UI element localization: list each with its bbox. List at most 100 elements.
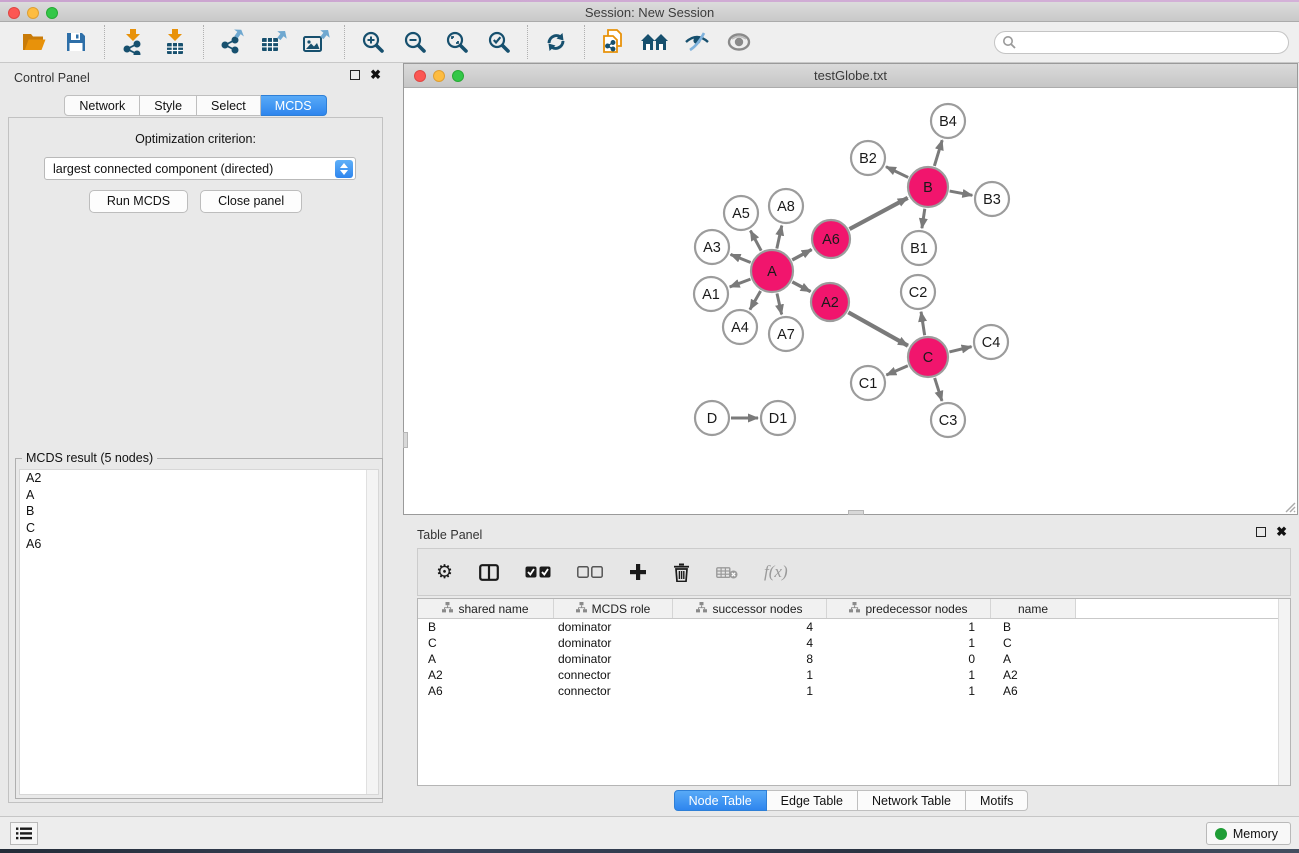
status-bar: Memory bbox=[0, 816, 1299, 849]
mcds-result-item[interactable]: A2 bbox=[20, 470, 378, 487]
open-file-icon[interactable] bbox=[16, 25, 52, 59]
tab-select[interactable]: Select bbox=[197, 95, 261, 116]
column-header-successor-nodes[interactable]: successor nodes bbox=[673, 599, 827, 618]
criterion-dropdown[interactable]: largest connected component (directed) bbox=[44, 157, 356, 180]
table-panel-close-icon[interactable]: ✖ bbox=[1276, 527, 1287, 537]
function-builder-icon[interactable]: f(x) bbox=[764, 562, 788, 582]
graph-edge-C-C2[interactable] bbox=[921, 312, 925, 335]
hide-selected-eye-icon[interactable] bbox=[679, 25, 715, 59]
control-panel: Control Panel ✖ NetworkStyleSelectMCDS O… bbox=[0, 63, 391, 816]
home-icon[interactable] bbox=[637, 25, 673, 59]
column-type-icon bbox=[576, 602, 587, 616]
graph-node-label-C2: C2 bbox=[909, 285, 928, 301]
memory-button[interactable]: Memory bbox=[1206, 822, 1291, 845]
memory-status-dot-icon bbox=[1215, 828, 1227, 840]
panel-divider-grip[interactable] bbox=[403, 432, 408, 448]
tab-network-table[interactable]: Network Table bbox=[858, 790, 966, 811]
save-session-icon[interactable] bbox=[58, 25, 94, 59]
export-network-icon[interactable] bbox=[214, 25, 250, 59]
zoom-fit-icon[interactable] bbox=[439, 25, 475, 59]
column-header-name[interactable]: name bbox=[991, 599, 1076, 618]
import-network-icon[interactable] bbox=[115, 25, 151, 59]
column-header-predecessor-nodes[interactable]: predecessor nodes bbox=[827, 599, 991, 618]
criterion-dropdown-value: largest connected component (directed) bbox=[53, 162, 273, 176]
graph-edge-A-A8[interactable] bbox=[777, 226, 782, 249]
tab-mcds[interactable]: MCDS bbox=[261, 95, 327, 116]
graph-edge-A-A7[interactable] bbox=[777, 293, 782, 314]
table-settings-gear-icon[interactable]: ⚙ bbox=[436, 563, 453, 582]
export-table-icon[interactable] bbox=[256, 25, 292, 59]
tab-edge-table[interactable]: Edge Table bbox=[767, 790, 858, 811]
network-graph[interactable]: AA1A2A3A4A5A6A7A8BB1B2B3B4CC1C2C3C4DD1 bbox=[404, 88, 1297, 515]
graph-edge-A-A2[interactable] bbox=[792, 282, 810, 292]
close-panel-button[interactable]: Close panel bbox=[200, 190, 302, 213]
network-window-titlebar[interactable]: testGlobe.txt bbox=[404, 64, 1297, 88]
graph-edge-A-A1[interactable] bbox=[730, 279, 751, 287]
mcds-result-item[interactable]: C bbox=[20, 520, 378, 537]
result-list-scrollbar[interactable] bbox=[366, 470, 378, 794]
tab-style[interactable]: Style bbox=[140, 95, 197, 116]
graph-edge-C-C3[interactable] bbox=[935, 378, 942, 401]
table-row[interactable]: A6connector11A6 bbox=[418, 683, 1290, 699]
tab-network[interactable]: Network bbox=[64, 95, 140, 116]
node-table[interactable]: shared nameMCDS rolesuccessor nodesprede… bbox=[417, 598, 1291, 786]
mcds-result-item[interactable]: A bbox=[20, 487, 378, 504]
graph-node-label-B4: B4 bbox=[939, 114, 957, 130]
table-row[interactable]: Cdominator41C bbox=[418, 635, 1290, 651]
control-panel-close-icon[interactable]: ✖ bbox=[370, 70, 381, 80]
graph-node-label-C: C bbox=[923, 350, 933, 366]
graph-edge-C-C1[interactable] bbox=[886, 366, 907, 375]
run-mcds-button[interactable]: Run MCDS bbox=[89, 190, 188, 213]
mcds-result-item[interactable]: A6 bbox=[20, 536, 378, 553]
main-titlebar[interactable]: Session: New Session bbox=[0, 2, 1299, 22]
graph-edge-A-A6[interactable] bbox=[792, 249, 811, 260]
network-canvas[interactable]: AA1A2A3A4A5A6A7A8BB1B2B3B4CC1C2C3C4DD1 bbox=[404, 88, 1297, 514]
graph-edge-A-A5[interactable] bbox=[750, 231, 761, 251]
column-header-MCDS-role[interactable]: MCDS role bbox=[554, 599, 673, 618]
column-view-icon[interactable] bbox=[479, 564, 499, 581]
mcds-result-title: MCDS result (5 nodes) bbox=[22, 451, 157, 465]
export-image-icon[interactable] bbox=[298, 25, 334, 59]
select-all-columns-icon[interactable] bbox=[525, 566, 551, 578]
graph-edge-A2-C[interactable] bbox=[848, 312, 908, 345]
toolbar-search bbox=[994, 31, 1289, 54]
copy-network-icon[interactable] bbox=[595, 25, 631, 59]
graph-edge-B-B3[interactable] bbox=[950, 191, 973, 195]
table-row[interactable]: Adominator80A bbox=[418, 651, 1290, 667]
tab-node-table[interactable]: Node Table bbox=[674, 790, 767, 811]
zoom-in-icon[interactable] bbox=[355, 25, 391, 59]
add-column-icon[interactable] bbox=[629, 563, 647, 581]
panel-divider-grip[interactable] bbox=[848, 510, 864, 515]
graph-edge-A-A4[interactable] bbox=[750, 291, 761, 310]
table-panel-float-icon[interactable] bbox=[1256, 527, 1266, 537]
graph-edge-B-B1[interactable] bbox=[922, 209, 925, 228]
graph-edge-A6-B[interactable] bbox=[850, 198, 908, 229]
table-row[interactable]: A2connector11A2 bbox=[418, 667, 1290, 683]
graph-node-label-C4: C4 bbox=[982, 335, 1001, 351]
resize-grip-icon[interactable] bbox=[1283, 500, 1296, 513]
show-selected-eye-icon[interactable] bbox=[721, 25, 757, 59]
task-history-list-icon[interactable] bbox=[10, 822, 38, 845]
table-scrollbar[interactable] bbox=[1278, 599, 1290, 785]
refresh-icon[interactable] bbox=[538, 25, 574, 59]
network-window-title: testGlobe.txt bbox=[404, 68, 1297, 83]
import-table-icon[interactable] bbox=[157, 25, 193, 59]
deselect-all-columns-icon[interactable] bbox=[577, 566, 603, 578]
memory-label: Memory bbox=[1233, 827, 1278, 841]
column-header-shared-name[interactable]: shared name bbox=[418, 599, 554, 618]
table-row[interactable]: Bdominator41B bbox=[418, 619, 1290, 635]
tab-motifs[interactable]: Motifs bbox=[966, 790, 1028, 811]
zoom-selected-icon[interactable] bbox=[481, 25, 517, 59]
graph-edge-A-A3[interactable] bbox=[731, 254, 751, 262]
graph-edge-C-C4[interactable] bbox=[949, 347, 971, 352]
mcds-result-list[interactable]: A2ABCA6 bbox=[19, 469, 379, 795]
delete-column-trash-icon[interactable] bbox=[673, 563, 690, 582]
mcds-result-item[interactable]: B bbox=[20, 503, 378, 520]
zoom-out-icon[interactable] bbox=[397, 25, 433, 59]
graph-edge-B-B4[interactable] bbox=[934, 140, 942, 166]
control-panel-float-icon[interactable] bbox=[350, 70, 360, 80]
search-input[interactable] bbox=[994, 31, 1289, 54]
graph-edge-B-B2[interactable] bbox=[886, 167, 908, 178]
table-panel: Table Panel ✖ ⚙ f(x) bbox=[403, 520, 1299, 816]
delete-table-icon[interactable] bbox=[716, 566, 738, 579]
